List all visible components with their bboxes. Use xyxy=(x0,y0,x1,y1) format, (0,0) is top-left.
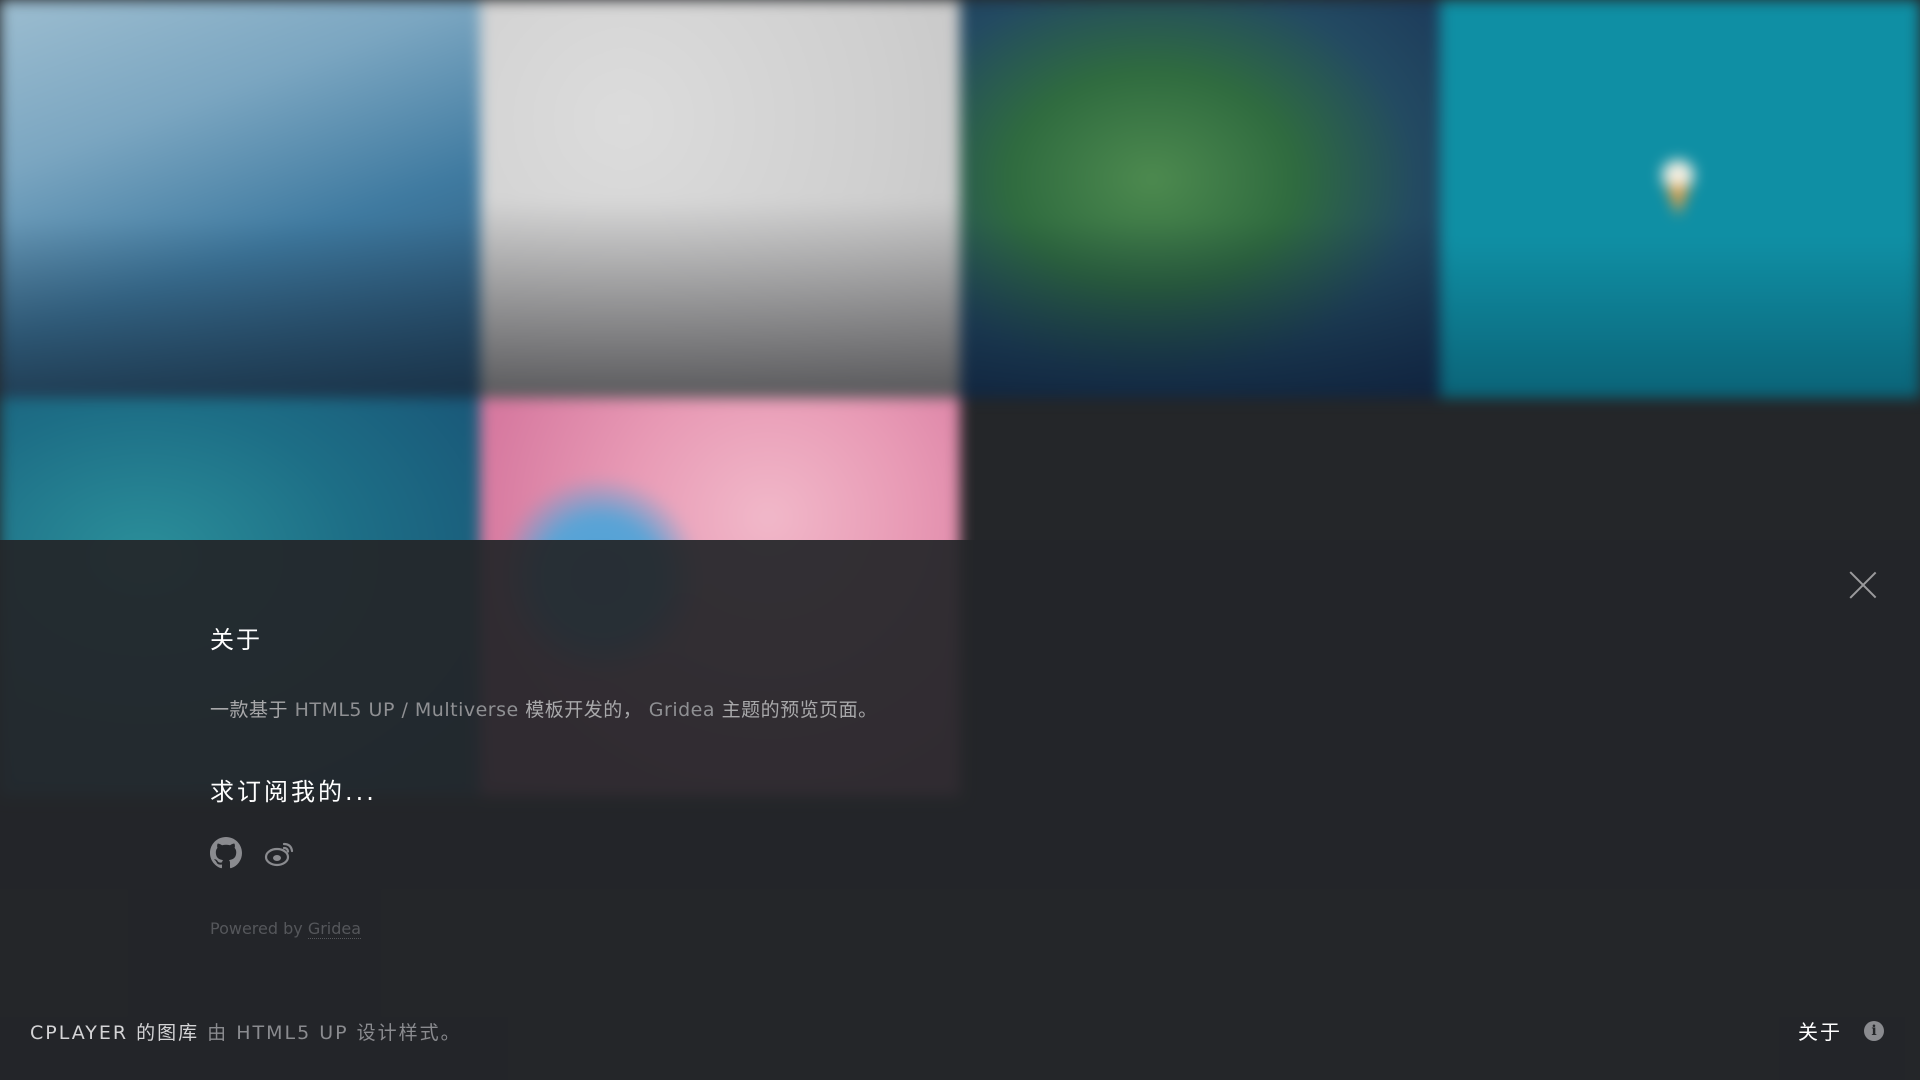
gallery-tile[interactable] xyxy=(0,0,480,398)
powered-by: Powered by Gridea xyxy=(210,919,1410,939)
page: 关于 一款基于 HTML5 UP / Multiverse 模板开发的， Gri… xyxy=(0,0,1920,1080)
footer-suffix: 设计样式。 xyxy=(356,1022,462,1044)
gallery-tile[interactable] xyxy=(480,0,960,398)
site-name[interactable]: CPLAYER 的图库 xyxy=(30,1022,199,1044)
powered-by-label: Powered by xyxy=(210,919,303,938)
about-toggle-label: 关于 xyxy=(1798,1020,1842,1044)
close-icon[interactable] xyxy=(1848,570,1878,600)
about-description: 一款基于 HTML5 UP / Multiverse 模板开发的， Gridea… xyxy=(210,695,1410,722)
social-links xyxy=(210,837,1410,869)
about-template-name: HTML5 UP / Multiverse xyxy=(294,699,519,721)
about-gridea-name: Gridea xyxy=(648,699,716,721)
about-heading: 关于 xyxy=(210,626,262,654)
about-content: 关于 一款基于 HTML5 UP / Multiverse 模板开发的， Gri… xyxy=(210,620,1410,939)
github-icon[interactable] xyxy=(210,837,242,869)
gallery-tile[interactable] xyxy=(1440,0,1920,398)
about-text-middle: 模板开发的， xyxy=(525,699,643,721)
info-icon: i xyxy=(1864,1020,1884,1041)
footer: CPLAYER 的图库 由 HTML5 UP 设计样式。 关于 i xyxy=(0,1000,1920,1080)
gallery-tile[interactable] xyxy=(960,0,1440,398)
about-text-prefix: 一款基于 xyxy=(210,699,289,721)
about-toggle-button[interactable]: 关于 i xyxy=(1798,1016,1884,1045)
ice-cream-illustration xyxy=(1660,160,1696,220)
footer-credits: CPLAYER 的图库 由 HTML5 UP 设计样式。 xyxy=(30,1018,462,1045)
about-panel: 关于 一款基于 HTML5 UP / Multiverse 模板开发的， Gri… xyxy=(0,540,1920,1080)
gridea-link[interactable]: Gridea xyxy=(307,919,362,939)
footer-by: 由 xyxy=(207,1022,229,1044)
designer-link[interactable]: HTML5 UP xyxy=(236,1022,348,1044)
weibo-icon[interactable] xyxy=(264,837,296,869)
about-text-suffix: 主题的预览页面。 xyxy=(721,699,878,721)
subscribe-heading: 求订阅我的... xyxy=(210,778,377,806)
